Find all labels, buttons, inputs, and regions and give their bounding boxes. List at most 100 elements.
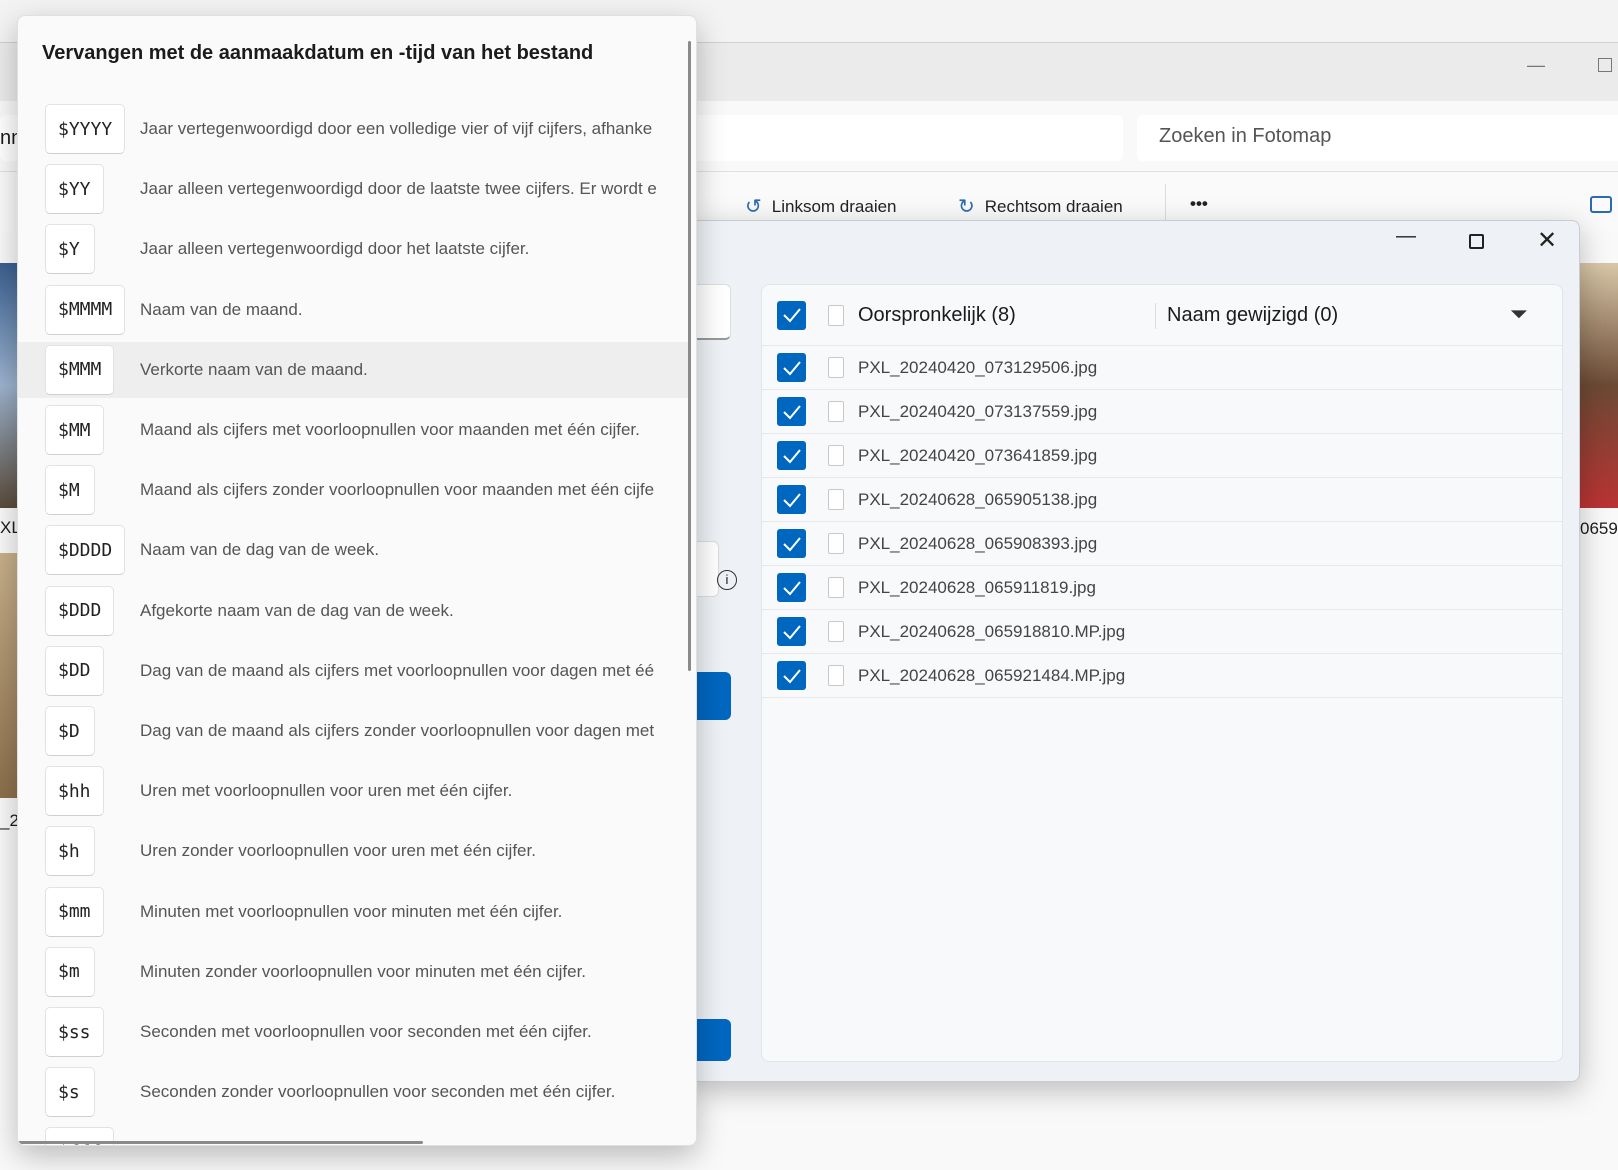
pattern-item[interactable]: $hh Uren met voorloopnullen voor uren met… <box>18 763 688 819</box>
file-row[interactable]: PXL_20240420_073137559.jpg <box>762 390 1562 434</box>
file-checkbox[interactable] <box>777 485 806 514</box>
file-checkbox[interactable] <box>777 617 806 646</box>
pattern-item[interactable]: $s Seconden zonder voorloopnullen voor se… <box>18 1064 688 1120</box>
minimize-button[interactable]: — <box>1396 225 1416 248</box>
list-header: Oorspronkelijk (8) Naam gewijzigd (0) ⏷ <box>762 285 1562 346</box>
maximize-button[interactable] <box>1469 234 1484 249</box>
info-icon[interactable]: i <box>717 570 737 590</box>
pattern-key: $MM <box>45 405 104 455</box>
details-pane-icon[interactable] <box>1590 196 1612 213</box>
file-icon <box>828 533 844 554</box>
file-name: PXL_20240628_065905138.jpg <box>858 489 1098 509</box>
pattern-item[interactable]: $DDDD Naam van de dag van de week. <box>18 522 688 578</box>
pattern-item[interactable]: $YY Jaar alleen vertegenwoordigd door de … <box>18 161 688 217</box>
pattern-item[interactable]: $ss Seconden met voorloopnullen voor seco… <box>18 1004 688 1060</box>
file-row[interactable]: PXL_20240628_065911819.jpg <box>762 566 1562 610</box>
horizontal-scrollbar[interactable] <box>18 1141 423 1144</box>
file-checkbox[interactable] <box>777 573 806 602</box>
file-checkbox[interactable] <box>777 353 806 382</box>
file-name: PXL_20240420_073129506.jpg <box>858 357 1098 377</box>
rotate-right-icon: ↻ <box>958 196 975 218</box>
pattern-description: Maand als cijfers zonder voorloopnullen … <box>140 480 655 500</box>
pattern-key: $Y <box>45 224 95 275</box>
pattern-key: $YY <box>45 164 104 215</box>
file-row[interactable]: PXL_20240420_073641859.jpg <box>762 434 1562 478</box>
file-checkbox[interactable] <box>777 441 806 470</box>
photo-thumbnail[interactable] <box>0 263 18 508</box>
pattern-description: Verkorte naam van de maand. <box>140 359 368 379</box>
pattern-key: $hh <box>45 766 104 817</box>
file-row[interactable]: PXL_20240628_065921484.MP.jpg <box>762 654 1562 698</box>
file-icon <box>828 577 844 598</box>
renamed-column-header: Naam gewijzigd (0) <box>1167 304 1339 326</box>
pattern-item[interactable]: $MMM Verkorte naam van de maand. <box>18 341 688 398</box>
pattern-item[interactable]: $MMMM Naam van de maand. <box>18 282 688 338</box>
pattern-description: Afgekorte naam van de dag van de week. <box>140 600 454 620</box>
rotate-left-button[interactable]: ↺ Linksom draaien <box>745 194 897 219</box>
rotate-left-label: Linksom draaien <box>771 196 897 216</box>
file-row[interactable]: PXL_20240628_065905138.jpg <box>762 478 1562 522</box>
vertical-scrollbar[interactable] <box>688 41 691 671</box>
file-icon <box>828 621 844 642</box>
pattern-item[interactable]: $M Maand als cijfers zonder voorloopnulle… <box>18 462 688 518</box>
pattern-item[interactable]: $D Dag van de maand als cijfers zonder vo… <box>18 703 688 759</box>
photo-thumbnail[interactable] <box>1580 263 1618 508</box>
pattern-description: Dag van de maand als cijfers met voorloo… <box>140 660 655 680</box>
pattern-description: Uren zonder voorloopnullen voor uren met… <box>140 841 536 861</box>
file-icon <box>828 401 844 422</box>
file-name: PXL_20240628_065911819.jpg <box>858 577 1096 597</box>
file-checkbox[interactable] <box>777 661 806 690</box>
column-divider <box>1155 303 1156 329</box>
file-icon <box>828 489 844 510</box>
rotate-right-button[interactable]: ↻ Rechtsom draaien <box>958 194 1123 219</box>
pattern-description: Minuten zonder voorloopnullen voor minut… <box>140 961 587 981</box>
pattern-item[interactable]: $Y Jaar alleen vertegenwoordigd door het … <box>18 221 688 277</box>
toolbar-divider <box>1165 184 1166 224</box>
file-icon <box>828 445 844 466</box>
file-row[interactable]: PXL_20240420_073129506.jpg <box>762 346 1562 390</box>
file-checkbox[interactable] <box>777 397 806 426</box>
pattern-key: $MMMM <box>45 284 126 335</box>
pattern-item[interactable]: $m Minuten zonder voorloopnullen voor min… <box>18 944 688 1000</box>
select-all-checkbox[interactable] <box>777 300 806 330</box>
pattern-key: $MMM <box>45 344 115 395</box>
file-row[interactable]: PXL_20240628_065908393.jpg <box>762 522 1562 566</box>
pattern-key: $ss <box>45 1007 104 1057</box>
pattern-key: $DDDD <box>45 525 126 576</box>
pattern-item[interactable]: $YYYY Jaar vertegenwoordigd door een voll… <box>18 101 688 157</box>
photo-thumbnail[interactable] <box>0 553 18 798</box>
file-icon <box>828 304 844 326</box>
powerrename-window: — ✕ i Oorspronkelijk (8) Naam gewijzigd … <box>689 220 1580 1082</box>
pattern-description: Minuten met voorloopnullen voor minuten … <box>140 901 563 921</box>
pattern-item[interactable]: $DDD Afgekorte naam van de dag van de wee… <box>18 583 688 639</box>
pattern-key: $M <box>45 465 95 516</box>
file-name: PXL_20240628_065918810.MP.jpg <box>858 621 1126 641</box>
file-name: PXL_20240420_073137559.jpg <box>858 401 1098 421</box>
original-column-header: Oorspronkelijk (8) <box>858 303 1016 326</box>
pattern-item[interactable]: $MM Maand als cijfers met voorloopnullen … <box>18 402 688 458</box>
pattern-description: Maand als cijfers met voorloopnullen voo… <box>140 420 640 439</box>
pattern-key: $DDD <box>45 585 115 636</box>
maximize-icon[interactable] <box>1598 58 1612 72</box>
photo-label: 0659 <box>1580 519 1618 538</box>
date-time-help-flyout: Vervangen met de aanmaakdatum en -tijd v… <box>17 15 697 1146</box>
pattern-key: $D <box>45 706 95 756</box>
pattern-key: $h <box>45 826 95 877</box>
minimize-icon[interactable]: — <box>1527 55 1545 76</box>
file-row[interactable]: PXL_20240628_065918810.MP.jpg <box>762 610 1562 654</box>
pattern-description: Jaar alleen vertegenwoordigd door de laa… <box>140 179 657 199</box>
filter-icon[interactable]: ⏷ <box>1510 301 1528 327</box>
pattern-item[interactable]: $mm Minuten met voorloopnullen voor minut… <box>18 884 688 940</box>
pattern-key: $DD <box>45 645 104 696</box>
pattern-key: $m <box>45 946 95 997</box>
flyout-title: Vervangen met de aanmaakdatum en -tijd v… <box>42 42 594 64</box>
search-input[interactable]: Zoeken in Fotomap <box>1137 115 1618 161</box>
pattern-description: Jaar alleen vertegenwoordigd door het la… <box>140 239 530 259</box>
pattern-item[interactable]: $DD Dag van de maand als cijfers met voor… <box>18 643 688 699</box>
more-options-button[interactable]: ••• <box>1190 194 1208 214</box>
file-checkbox[interactable] <box>777 529 806 558</box>
file-name: PXL_20240420_073641859.jpg <box>858 445 1098 465</box>
close-button[interactable]: ✕ <box>1537 226 1557 255</box>
file-icon <box>828 357 844 378</box>
pattern-item[interactable]: $h Uren zonder voorloopnullen voor uren m… <box>18 823 688 879</box>
